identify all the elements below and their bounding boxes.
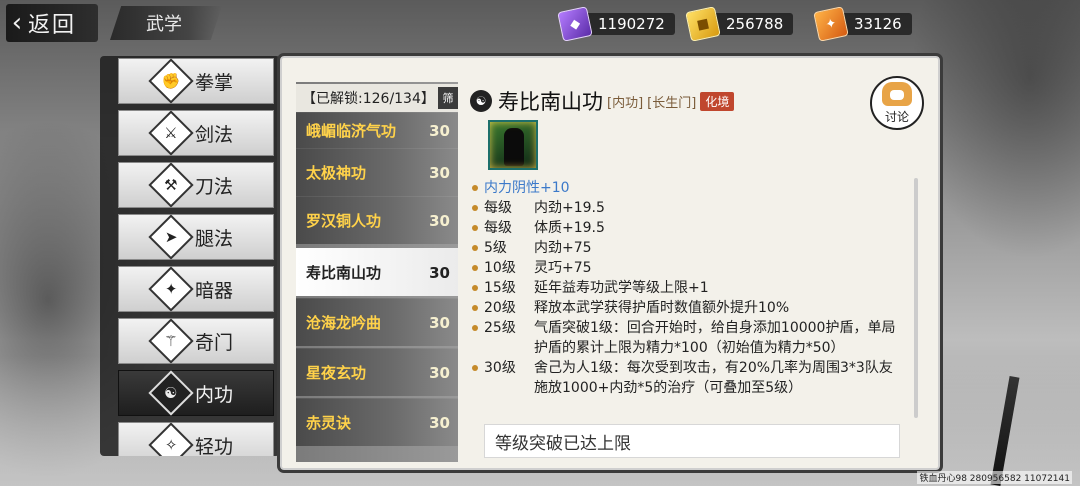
skill-name: 赤灵诀 (306, 414, 352, 432)
filter-button[interactable]: 筛 (438, 87, 458, 109)
bullet-icon (472, 325, 478, 331)
attribute-row: 每级 体质+19.5 (472, 218, 902, 238)
attribute-row: 25级 气盾突破1级：回合开始时，给自身添加10000护盾，单局护盾的累计上限为… (472, 318, 902, 358)
category-label: 奇门 (195, 331, 234, 354)
skill-name: 太极神功 (306, 164, 367, 182)
attribute-row: 30级 舍己为人1级：每次受到攻击，有20%几率为周围3*3队友施放1000+内… (472, 358, 902, 398)
category-light-body[interactable]: ✧ 轻功 (118, 422, 274, 456)
sword-icon: ⚔ (148, 110, 194, 156)
bullet-icon (472, 205, 478, 211)
skill-name: 寿比南山功 (498, 90, 603, 114)
currency-purple[interactable]: ◆ 1190272 (557, 6, 675, 42)
category-sword[interactable]: ⚔ 剑法 (118, 110, 274, 156)
skill-level: 30 (429, 121, 450, 140)
bullet-icon (472, 185, 478, 191)
orange-token-icon: ✦ (813, 6, 849, 42)
category-inner-power[interactable]: ☯ 内功 (118, 370, 274, 416)
shuriken-icon: ✦ (148, 266, 194, 312)
bullet-icon (472, 225, 478, 231)
skill-name: 罗汉铜人功 (306, 212, 382, 230)
bullet-icon (472, 245, 478, 251)
skill-item[interactable]: 星夜玄功 30 (296, 348, 458, 396)
attribute-row: 内力阴性+10 (472, 178, 902, 198)
skill-level: 30 (429, 211, 450, 230)
unlock-count: 【已解锁:126/134】 筛 (296, 84, 458, 112)
category-hidden-weapon[interactable]: ✦ 暗器 (118, 266, 274, 312)
skill-level: 30 (429, 263, 450, 282)
skill-level: 30 (429, 313, 450, 332)
odd-weapon-icon: ⚚ (148, 318, 194, 364)
attribute-row: 15级 延年益寿功武学等级上限+1 (472, 278, 902, 298)
skill-portrait (488, 120, 538, 170)
fist-icon: ✊ (148, 58, 194, 104)
chevron-left-icon: ‹ (11, 8, 23, 38)
skill-level: 30 (429, 163, 450, 182)
page-title: 武学 (110, 6, 222, 40)
category-odd-weapon[interactable]: ⚚ 奇门 (118, 318, 274, 364)
skill-sect-tag: [长生门] (647, 95, 697, 111)
sword-decoration (990, 375, 1020, 486)
attribute-row: 10级 灵巧+75 (472, 258, 902, 278)
skill-title: ☯ 寿比南山功 [内功] [长生门] 化境 (470, 86, 735, 116)
category-label: 拳掌 (195, 71, 234, 94)
attribute-row: 5级 内劲+75 (472, 238, 902, 258)
bullet-icon (472, 285, 478, 291)
attribute-row: 每级 内劲+19.5 (472, 198, 902, 218)
category-kick[interactable]: ➤ 腿法 (118, 214, 274, 260)
category-label: 暗器 (195, 279, 234, 302)
category-label: 刀法 (195, 175, 234, 198)
currency-gold[interactable]: ■ 256788 (685, 6, 794, 42)
inner-power-type-icon: ☯ (470, 90, 492, 112)
bullet-icon (472, 265, 478, 271)
skill-level: 30 (429, 413, 450, 432)
skill-name: 峨嵋临济气功 (306, 122, 397, 140)
skill-panel: 【已解锁:126/134】 筛 峨嵋临济气功 30 太极神功 30 罗汉铜人功 … (277, 53, 943, 473)
discuss-button[interactable]: 讨论 (870, 76, 924, 130)
watermark-text: 铁血丹心98 280956582 11072141 (917, 471, 1072, 484)
top-bar: ‹ 返回 武学 ◆ 1190272 ■ 256788 ✦ 33126 (0, 0, 1080, 46)
skill-type-tag: [内功] (607, 95, 644, 111)
skill-detail: ☯ 寿比南山功 [内功] [长生门] 化境 内力阴性+10 每级 内劲+19.5… (470, 80, 918, 460)
currency-orange[interactable]: ✦ 33126 (813, 6, 912, 42)
inner-power-icon: ☯ (148, 370, 194, 416)
bullet-icon (472, 305, 478, 311)
category-label: 内功 (195, 383, 234, 406)
skill-item-selected[interactable]: 寿比南山功 30 (296, 248, 458, 296)
shiba-dog-icon (882, 81, 912, 106)
kick-icon: ➤ (148, 214, 194, 260)
skill-name: 寿比南山功 (306, 264, 382, 282)
back-label: 返回 (28, 13, 77, 38)
skill-item[interactable]: 峨嵋临济气功 30 (296, 112, 458, 148)
breakthrough-limit-box: 等级突破已达上限 (484, 424, 900, 458)
category-rail: ✊ 拳掌 ⚔ 剑法 ⚒ 刀法 ➤ 腿法 ✦ 暗器 ⚚ 奇门 ☯ 内功 ✧ 轻功 (100, 56, 280, 456)
category-label: 腿法 (195, 227, 234, 250)
attribute-list: 内力阴性+10 每级 内劲+19.5 每级 体质+19.5 5级 内劲+75 1… (472, 178, 902, 398)
purple-gem-icon: ◆ (557, 6, 593, 42)
bullet-icon (472, 365, 478, 371)
attribute-scrollbar[interactable] (914, 178, 918, 418)
light-body-icon: ✧ (148, 422, 194, 456)
category-label: 轻功 (195, 435, 234, 457)
realm-badge: 化境 (700, 91, 735, 111)
skill-name: 沧海龙吟曲 (306, 314, 382, 332)
back-button[interactable]: ‹ 返回 (6, 4, 98, 42)
skill-item[interactable]: 赤灵诀 30 (296, 398, 458, 446)
skill-item[interactable]: 太极神功 30 (296, 148, 458, 196)
unlock-text: 【已解锁:126/134】 (302, 91, 435, 107)
gold-token-icon: ■ (685, 6, 721, 42)
discuss-label: 讨论 (884, 109, 909, 124)
blade-icon: ⚒ (148, 162, 194, 208)
category-fist[interactable]: ✊ 拳掌 (118, 58, 274, 104)
skill-name: 星夜玄功 (306, 364, 367, 382)
attribute-row: 20级 释放本武学获得护盾时数值额外提升10% (472, 298, 902, 318)
skill-level: 30 (429, 363, 450, 382)
skill-item[interactable]: 沧海龙吟曲 30 (296, 298, 458, 346)
category-label: 剑法 (195, 123, 234, 146)
category-blade[interactable]: ⚒ 刀法 (118, 162, 274, 208)
skill-item[interactable]: 罗汉铜人功 30 (296, 196, 458, 244)
